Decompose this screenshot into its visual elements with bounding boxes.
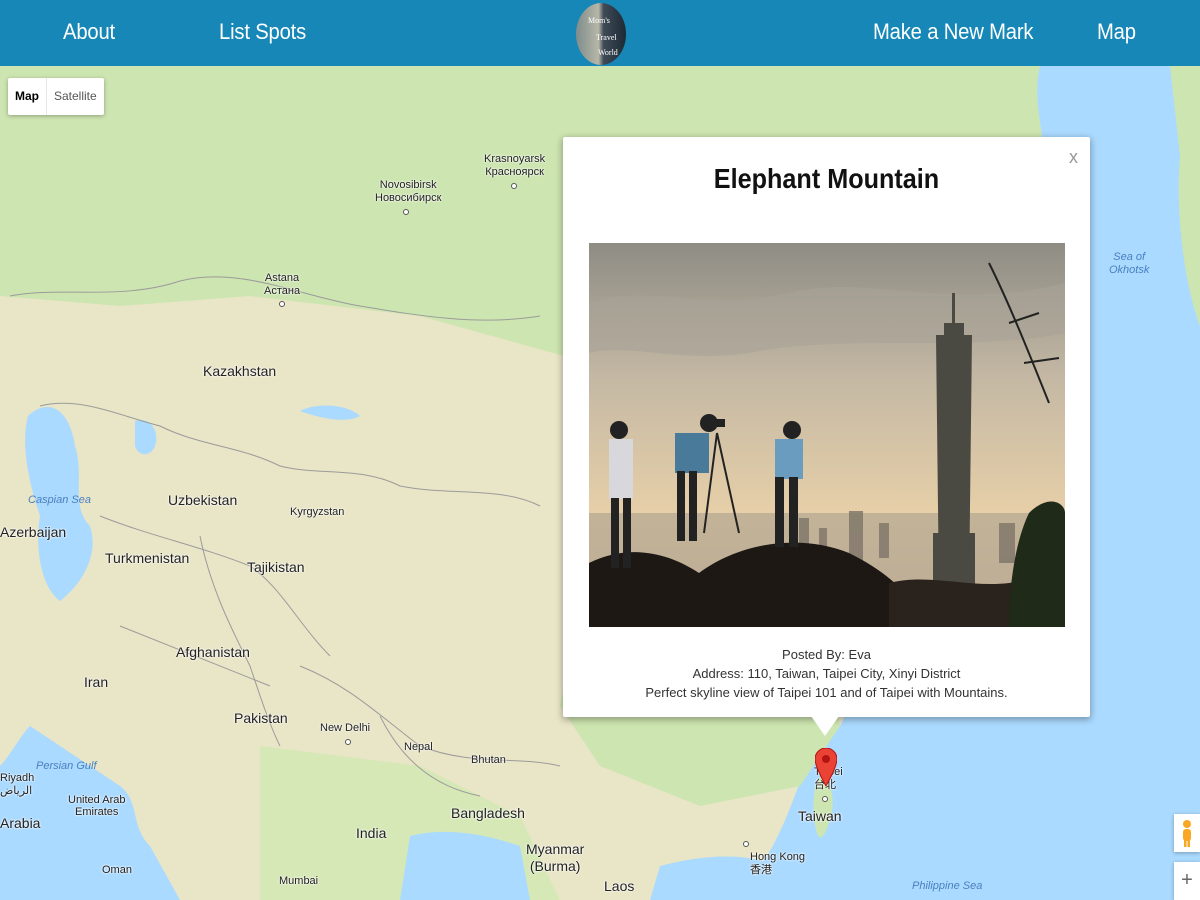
map-label-persian-gulf: Persian Gulf xyxy=(36,760,97,772)
map-label-hong-kong: Hong Kong 香港 xyxy=(750,851,806,876)
map-label-uzbekistan: Uzbekistan xyxy=(168,492,238,508)
map-label-iran: Iran xyxy=(84,674,109,690)
zoom-in-button[interactable]: + xyxy=(1174,862,1200,900)
posted-by-text: Posted By: Eva xyxy=(782,647,871,662)
logo-text-line-1: Mom's xyxy=(588,16,610,25)
map-label-new-delhi: New Delhi xyxy=(320,722,371,734)
close-icon[interactable]: x xyxy=(1069,147,1078,168)
map-label-krasnoyarsk: Krasnoyarsk Красноярск xyxy=(484,153,546,178)
spot-title: Elephant Mountain xyxy=(713,163,940,194)
map-label-myanmar: Myanmar (Burma) xyxy=(526,841,585,874)
nav-about-link[interactable]: About xyxy=(63,19,115,45)
spot-photo-image xyxy=(589,243,1065,627)
map-label-kyrgyzstan: Kyrgyzstan xyxy=(290,506,345,518)
address-text: Address: 110, Taiwan, Taipei City, Xinyi… xyxy=(692,666,961,681)
map-label-azerbaijan: Azerbaijan xyxy=(0,524,67,540)
logo-text-line-3: World xyxy=(598,48,618,57)
map-label-oman: Oman xyxy=(102,864,132,876)
map-label-laos: Laos xyxy=(604,878,635,894)
map-marker-icon[interactable] xyxy=(815,748,837,786)
site-logo[interactable]: Mom's Travel World xyxy=(576,3,626,65)
nav-map-link[interactable]: Map xyxy=(1097,19,1136,45)
map-label-turkmenistan: Turkmenistan xyxy=(105,550,190,566)
spot-info-window: x Elephant Mountain Posted By: Eva Addre… xyxy=(563,137,1090,717)
map-type-satellite-button[interactable]: Satellite xyxy=(47,78,104,115)
map-label-tajikistan: Tajikistan xyxy=(247,559,305,575)
map-label-pakistan: Pakistan xyxy=(234,710,288,726)
land-kamchatka xyxy=(1170,66,1200,326)
map-label-arabia: Arabia xyxy=(0,815,41,831)
map-type-control: Map Satellite xyxy=(8,78,104,115)
map-label-astana: Astana Астана xyxy=(264,272,301,297)
map-label-philippine-sea: Philippine Sea xyxy=(912,880,983,892)
pegman-icon xyxy=(1183,820,1191,847)
map-label-mumbai: Mumbai xyxy=(279,875,319,887)
logo-text-line-2: Travel xyxy=(596,33,617,42)
description-text: Perfect skyline view of Taipei 101 and o… xyxy=(645,685,1008,700)
map-label-india: India xyxy=(356,825,387,841)
map-label-afghanistan: Afghanistan xyxy=(176,644,250,660)
nav-list-spots-link[interactable]: List Spots xyxy=(219,19,306,45)
map-type-map-button[interactable]: Map xyxy=(8,78,47,115)
map-label-bangladesh: Bangladesh xyxy=(451,805,525,821)
top-navbar: About List Spots Mom's Travel World Make… xyxy=(0,0,1200,66)
map-label-kazakhstan: Kazakhstan xyxy=(203,363,277,379)
map-label-sea-of-okhotsk: Sea of Okhotsk xyxy=(1109,251,1150,276)
map-label-nepal: Nepal xyxy=(404,741,433,753)
map-label-taiwan: Taiwan xyxy=(798,808,842,824)
nav-make-new-mark-link[interactable]: Make a New Mark xyxy=(873,19,1034,45)
spot-photo xyxy=(589,243,1065,627)
street-view-pegman-button[interactable] xyxy=(1174,814,1200,852)
map-label-riyadh: Riyadh الرياض xyxy=(0,772,35,797)
map-label-bhutan: Bhutan xyxy=(471,754,506,766)
info-window-tail xyxy=(811,716,839,736)
map-label-novosibirsk: Novosibirsk Новосибирск xyxy=(375,179,442,204)
map-label-caspian-sea: Caspian Sea xyxy=(28,494,91,506)
map-label-uae: United Arab Emirates xyxy=(68,794,126,818)
